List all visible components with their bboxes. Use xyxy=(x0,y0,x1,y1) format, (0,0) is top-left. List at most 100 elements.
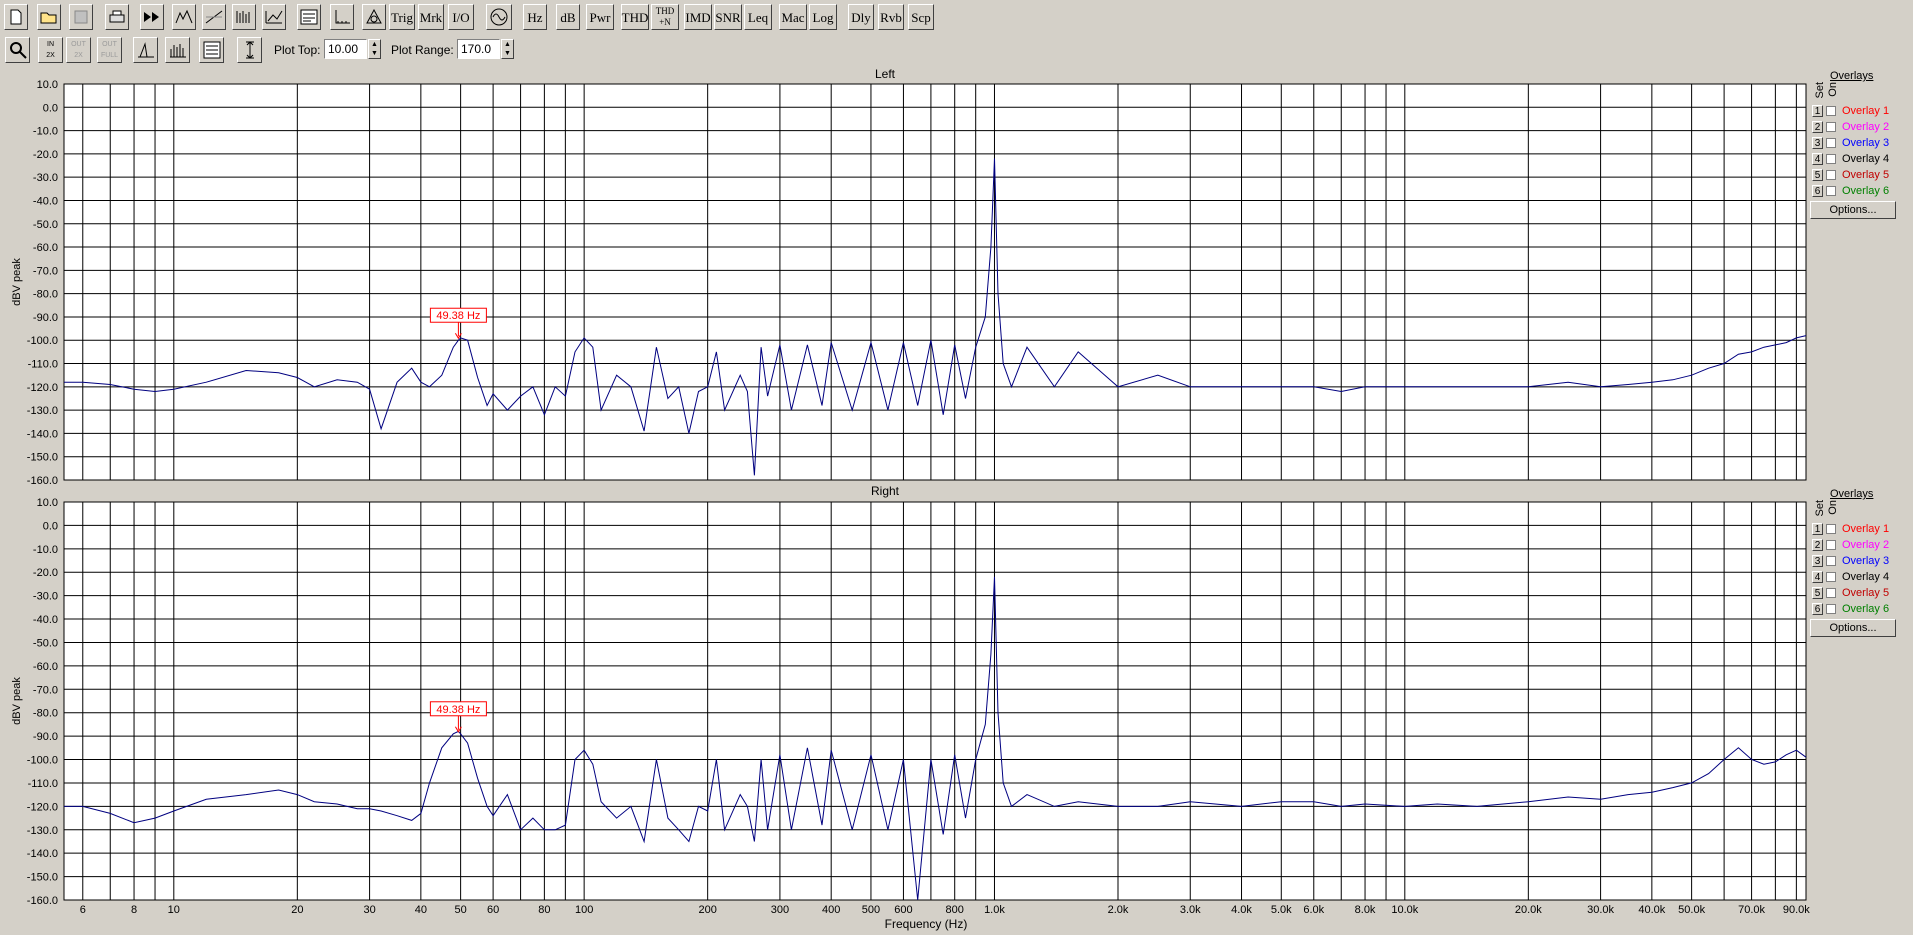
overlay-on-checkbox[interactable] xyxy=(1826,122,1836,132)
mrk-label: Mrk xyxy=(419,9,443,25)
overlay-on-checkbox[interactable] xyxy=(1826,524,1836,534)
save-file-button[interactable] xyxy=(69,4,93,30)
overlay-label: Overlay 4 xyxy=(1842,571,1890,583)
trig-button[interactable]: Trig xyxy=(389,4,415,30)
x-tick-label: 40 xyxy=(415,904,427,916)
overlay-set-button[interactable]: 4 xyxy=(1812,571,1823,583)
fast-forward-button[interactable] xyxy=(140,4,164,30)
phase-button[interactable] xyxy=(362,4,386,30)
io-button[interactable]: I/O xyxy=(448,4,474,30)
thdn-button[interactable]: THD +N xyxy=(651,4,679,30)
overlay-set-button[interactable]: 1 xyxy=(1812,105,1823,117)
leq-label: Leq xyxy=(747,9,769,25)
chart-panel-left: 10.0 0.0 -10.0 -20.0 -30.0 -40.0 -50.0 -60.0 -70… xyxy=(11,67,1807,487)
overlay-on-checkbox[interactable] xyxy=(1826,170,1836,180)
hz-button[interactable]: Hz xyxy=(523,4,547,30)
snr-button[interactable]: SNR xyxy=(714,4,742,30)
meters-button[interactable] xyxy=(297,4,321,30)
x-tick-label: 40.0k xyxy=(1638,904,1665,916)
overlay-label: Overlay 6 xyxy=(1842,603,1890,615)
x-tick-label: 30 xyxy=(363,904,375,916)
plot-range-input[interactable]: 170.0 xyxy=(457,39,500,59)
x-tick-label: 70.0k xyxy=(1738,904,1765,916)
rvb-button[interactable]: Rvb xyxy=(878,4,904,30)
overlay-on-checkbox[interactable] xyxy=(1826,186,1836,196)
axis-button[interactable] xyxy=(330,4,354,30)
zoom-button[interactable] xyxy=(5,37,30,63)
zoom-out-full-button[interactable]: OUT FULL xyxy=(97,37,122,63)
vertical-scale-button[interactable] xyxy=(237,37,262,63)
scp-button[interactable]: Scp xyxy=(908,4,934,30)
overlay-label: Overlay 3 xyxy=(1842,137,1890,149)
y-tick-label: -140.0 xyxy=(27,848,58,860)
overlay-set-button[interactable]: 1 xyxy=(1812,523,1823,535)
spectrogram-button[interactable] xyxy=(232,4,256,30)
spectrum-mode-button[interactable] xyxy=(172,4,196,30)
overlay-set-button[interactable]: 2 xyxy=(1812,539,1823,551)
y-tick-label: -60.0 xyxy=(33,661,58,673)
overlay-options-button[interactable]: Options... xyxy=(1810,201,1896,219)
print-button[interactable] xyxy=(105,4,129,30)
y-tick-label: -120.0 xyxy=(27,801,58,813)
y-tick-label: -100.0 xyxy=(27,755,58,767)
settings-panel-button[interactable] xyxy=(199,37,224,63)
new-file-button[interactable] xyxy=(4,4,28,30)
overlay-on-checkbox[interactable] xyxy=(1826,154,1836,164)
overlay-on-checkbox[interactable] xyxy=(1826,588,1836,598)
generator-button[interactable] xyxy=(486,4,512,30)
y-tick-label: -160.0 xyxy=(27,475,58,487)
plot-range-spinner[interactable]: ▲ ▼ xyxy=(501,39,514,59)
overlay-set-button[interactable]: 4 xyxy=(1812,153,1823,165)
overlay-row: 2 Overlay 2 xyxy=(1808,120,1889,134)
db-button[interactable]: dB xyxy=(556,4,580,30)
overlay-on-checkbox[interactable] xyxy=(1826,138,1836,148)
overlay-panel-left: Overlays Set On 1 Overlay 1 2 Overlay 2 3 Overla… xyxy=(1808,64,1913,224)
overlay-set-button[interactable]: 6 xyxy=(1812,185,1823,197)
log-button[interactable]: Log xyxy=(809,4,837,30)
leq-button[interactable]: Leq xyxy=(744,4,772,30)
y-tick-label: -120.0 xyxy=(27,382,58,394)
overlay-row: 6 Overlay 6 xyxy=(1808,184,1889,198)
thdn-label: THD +N xyxy=(655,6,675,27)
imd-button[interactable]: IMD xyxy=(684,4,712,30)
x-tick-label: 3.0k xyxy=(1180,904,1201,916)
overlay-set-button[interactable]: 2 xyxy=(1812,121,1823,133)
plot-top-spinner[interactable]: ▲ ▼ xyxy=(368,39,381,59)
plot-top-input[interactable]: 10.00 xyxy=(324,39,367,59)
3d-plot-button[interactable] xyxy=(262,4,286,30)
zoom-out-2x-button[interactable]: OUT 2X xyxy=(66,37,91,63)
pwr-button[interactable]: Pwr xyxy=(586,4,614,30)
mrk-button[interactable]: Mrk xyxy=(418,4,444,30)
waveform-icon xyxy=(205,9,223,25)
overlay-on-checkbox[interactable] xyxy=(1826,540,1836,550)
bars-button[interactable] xyxy=(165,37,190,63)
chart-panel-right: 10.0 0.0 -10.0 -20.0 -30.0 -40.0 -50.0 -60.0 -70… xyxy=(11,484,1810,931)
overlay-set-button[interactable]: 3 xyxy=(1812,137,1823,149)
hz-label: Hz xyxy=(527,9,543,25)
x-tick-label: 500 xyxy=(862,904,880,916)
overlay-label: Overlay 2 xyxy=(1842,121,1890,133)
peak-button[interactable] xyxy=(133,37,158,63)
overlay-set-button[interactable]: 3 xyxy=(1812,555,1823,567)
plot-toolbar: Plot Top: 10.00 ▲ ▼ Plot Range: 170.0 ▲ ▼ … xyxy=(0,34,1913,65)
dly-button[interactable]: Dly xyxy=(848,4,874,30)
x-tick-label: 200 xyxy=(698,904,716,916)
overlay-on-checkbox[interactable] xyxy=(1826,556,1836,566)
overlay-on-checkbox[interactable] xyxy=(1826,106,1836,116)
open-file-button[interactable] xyxy=(37,4,61,30)
y-tick-label: -10.0 xyxy=(33,544,58,556)
overlay-on-checkbox[interactable] xyxy=(1826,572,1836,582)
peak-icon xyxy=(137,41,155,59)
overlay-set-button[interactable]: 5 xyxy=(1812,587,1823,599)
scp-label: Scp xyxy=(911,9,931,25)
y-tick-label: -90.0 xyxy=(33,312,58,324)
overlay-set-button[interactable]: 5 xyxy=(1812,169,1823,181)
overlay-options-button[interactable]: Options... xyxy=(1810,619,1896,637)
mac-button[interactable]: Mac xyxy=(779,4,807,30)
overlay-on-checkbox[interactable] xyxy=(1826,604,1836,614)
x-tick-label: 6.0k xyxy=(1303,904,1324,916)
thd-button[interactable]: THD xyxy=(621,4,649,30)
overlay-set-button[interactable]: 6 xyxy=(1812,603,1823,615)
waveform-button[interactable] xyxy=(202,4,226,30)
zoom-in-2x-button[interactable]: IN 2X xyxy=(38,37,63,63)
